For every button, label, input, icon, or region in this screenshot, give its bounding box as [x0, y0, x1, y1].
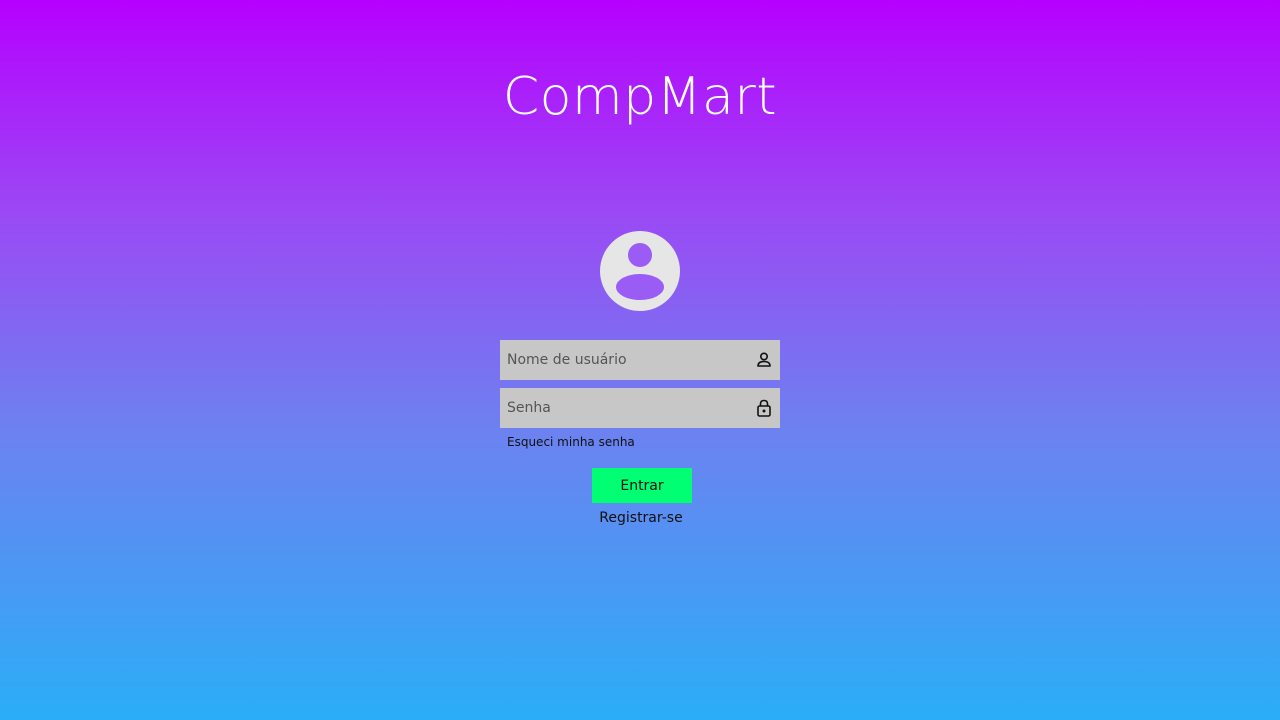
- password-field[interactable]: [500, 388, 780, 428]
- password-input[interactable]: [500, 388, 750, 428]
- lock-icon: [754, 398, 774, 418]
- user-avatar-icon: [616, 243, 664, 300]
- register-link[interactable]: Registrar-se: [560, 509, 722, 527]
- brand-title: CompMart: [502, 67, 778, 127]
- login-button[interactable]: Entrar: [592, 468, 692, 503]
- avatar: [600, 231, 680, 311]
- forgot-password-link[interactable]: Esqueci minha senha: [507, 434, 635, 450]
- username-field[interactable]: [500, 340, 780, 380]
- user-icon: [754, 350, 774, 370]
- username-input[interactable]: [500, 340, 750, 380]
